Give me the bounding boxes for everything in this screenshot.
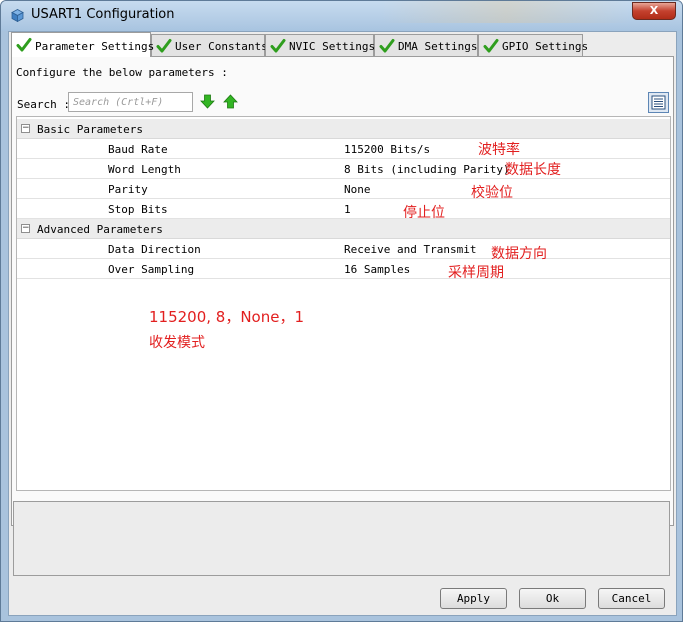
group-row-basic-parameters[interactable]: − Basic Parameters — [17, 119, 670, 139]
tab-gpio-settings[interactable]: GPIO Settings — [478, 34, 588, 56]
param-name: Parity — [108, 183, 148, 196]
search-label: Search : — [17, 98, 70, 111]
param-value[interactable]: 16 Samples — [344, 263, 410, 276]
search-input[interactable] — [68, 92, 193, 112]
param-name: Stop Bits — [108, 203, 168, 216]
group-label: Basic Parameters — [37, 123, 143, 136]
usart1-configuration-window: USART1 Configuration X Parameter Setting… — [0, 0, 683, 622]
checkmark-icon — [379, 39, 395, 53]
close-button[interactable]: X — [632, 2, 676, 20]
param-value[interactable]: None — [344, 183, 371, 196]
group-row-advanced-parameters[interactable]: − Advanced Parameters — [17, 219, 670, 239]
param-row-parity[interactable]: Parity None — [17, 179, 670, 199]
apply-button[interactable]: Apply — [440, 588, 507, 609]
tab-dma-settings[interactable]: DMA Settings — [374, 34, 478, 56]
param-row-baud-rate[interactable]: Baud Rate 115200 Bits/s — [17, 139, 670, 159]
collapse-minus-icon[interactable]: − — [21, 124, 30, 133]
param-name: Baud Rate — [108, 143, 168, 156]
collapse-minus-icon[interactable]: − — [21, 224, 30, 233]
arrow-down-icon[interactable] — [200, 94, 215, 109]
param-row-data-direction[interactable]: Data Direction Receive and Transmit — [17, 239, 670, 259]
param-name: Word Length — [108, 163, 181, 176]
tab-user-constants[interactable]: User Constants — [151, 34, 268, 56]
ok-button[interactable]: Ok — [519, 588, 586, 609]
tab-label: NVIC Settings — [289, 40, 376, 53]
cancel-button[interactable]: Cancel — [598, 588, 665, 609]
list-view-icon — [651, 95, 666, 110]
group-label: Advanced Parameters — [37, 223, 163, 236]
param-row-over-sampling[interactable]: Over Sampling 16 Samples — [17, 259, 670, 279]
parameter-table: − Basic Parameters Baud Rate 115200 Bits… — [16, 116, 671, 491]
parameter-description-area — [13, 501, 670, 576]
param-value[interactable]: 115200 Bits/s — [344, 143, 430, 156]
tab-label: User Constants — [175, 40, 268, 53]
checkmark-icon — [156, 39, 172, 53]
checkmark-icon — [270, 39, 286, 53]
configure-instruction: Configure the below parameters : — [16, 66, 228, 79]
param-value[interactable]: 1 — [344, 203, 351, 216]
param-value[interactable]: 8 Bits (including Parity) — [344, 163, 510, 176]
param-row-word-length[interactable]: Word Length 8 Bits (including Parity) — [17, 159, 670, 179]
tab-nvic-settings[interactable]: NVIC Settings — [265, 34, 376, 56]
window-title: USART1 Configuration — [31, 7, 175, 22]
tab-label: DMA Settings — [398, 40, 478, 53]
param-value[interactable]: Receive and Transmit — [344, 243, 476, 256]
param-name: Over Sampling — [108, 263, 195, 276]
arrow-up-icon[interactable] — [223, 94, 238, 109]
checkmark-icon — [483, 39, 499, 53]
dialog-client-area: Parameter Settings User Constants NVIC S… — [8, 31, 677, 616]
param-name: Data Direction — [108, 243, 201, 256]
title-bar[interactable]: USART1 Configuration X — [1, 1, 682, 31]
app-cube-icon — [11, 9, 24, 22]
tab-label: GPIO Settings — [502, 40, 589, 53]
param-row-stop-bits[interactable]: Stop Bits 1 — [17, 199, 670, 219]
title-bar-decoration — [381, 1, 631, 23]
tab-label: Parameter Settings — [35, 40, 155, 53]
checkmark-icon — [16, 38, 32, 52]
list-view-toggle-button[interactable] — [648, 92, 669, 113]
parameter-settings-panel: Configure the below parameters : Search … — [11, 56, 674, 526]
tab-parameter-settings[interactable]: Parameter Settings — [11, 32, 155, 57]
